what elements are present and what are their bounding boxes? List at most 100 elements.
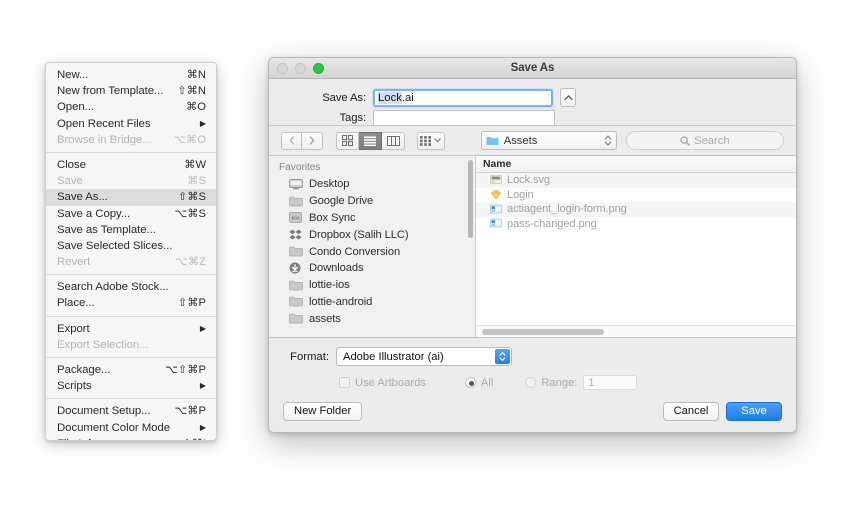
range-label: Range: — [541, 376, 578, 389]
menu-item-document-setup[interactable]: Document Setup... ⌥⌘P — [46, 403, 216, 419]
column-view-icon — [386, 135, 400, 146]
format-value: Adobe Illustrator (ai) — [343, 350, 444, 363]
menu-item-save-as[interactable]: Save As... ⇧⌘S — [46, 189, 216, 206]
menu-item-close[interactable]: Close ⌘W — [46, 157, 216, 173]
save-button[interactable]: Save — [726, 401, 782, 421]
downloads-icon — [289, 262, 301, 274]
file-name-label: actiagent_login-form.png — [507, 203, 627, 216]
sidebar-item-desktop[interactable]: Desktop — [269, 176, 475, 193]
use-artboards-checkbox[interactable] — [339, 377, 350, 388]
menu-item-export[interactable]: Export ▶ — [46, 321, 216, 337]
file-row[interactable]: pass-changed.png — [476, 217, 796, 232]
new-folder-button[interactable]: New Folder — [283, 401, 363, 421]
png-file-icon — [490, 218, 502, 229]
menu-item-label: Save As... — [57, 191, 108, 204]
menu-item-save-a-copy[interactable]: Save a Copy... ⌥⌘S — [46, 206, 216, 222]
dropbox-icon — [289, 229, 303, 241]
menu-item-label: Revert — [57, 256, 91, 269]
menu-item-scripts[interactable]: Scripts ▶ — [46, 378, 216, 394]
sidebar-item-lottie-ios[interactable]: lottie-ios — [269, 277, 475, 294]
menu-item-shortcut: ⌘W — [184, 158, 206, 171]
minimize-button[interactable] — [295, 62, 306, 74]
sidebar-item-lottie-android[interactable]: lottie-android — [269, 294, 475, 311]
menu-item-document-color-mode[interactable]: Document Color Mode ▶ — [46, 420, 216, 436]
dialog-fields: Save As: Lock .ai Tags: — [269, 79, 796, 126]
svg-file-icon — [490, 174, 502, 184]
back-button[interactable] — [281, 131, 302, 150]
file-row[interactable]: Lock.svg — [476, 173, 796, 188]
view-mode-list[interactable] — [359, 131, 382, 150]
file-row[interactable]: Login — [476, 188, 796, 203]
menu-item-shortcut: ⇧⌘S — [177, 191, 206, 204]
menu-item-package[interactable]: Package... ⌥⇧⌘P — [46, 362, 216, 378]
submenu-arrow-icon: ▶ — [199, 422, 206, 432]
desktop-icon — [289, 178, 303, 190]
sketch-file-icon — [491, 189, 501, 200]
close-button[interactable] — [277, 62, 288, 74]
menu-item-open[interactable]: Open... ⌘O — [46, 99, 216, 115]
folder-icon — [289, 246, 303, 257]
cancel-button[interactable]: Cancel — [663, 401, 719, 421]
view-mode-column[interactable] — [382, 131, 405, 150]
menu-item-shortcut: ⌥⌘Z — [175, 256, 206, 269]
menu-item-label: Open... — [57, 101, 95, 114]
menu-separator — [46, 315, 216, 317]
sidebar-item-downloads[interactable]: Downloads — [269, 260, 475, 277]
menu-item-open-recent-files[interactable]: Open Recent Files ▶ — [46, 116, 216, 132]
menu-item-label: File Info... — [57, 436, 161, 440]
downloads-icon — [289, 262, 303, 274]
dropbox-icon — [289, 229, 302, 240]
format-stepper-icon[interactable] — [495, 349, 510, 364]
sidebar-item-label: Google Drive — [309, 195, 374, 208]
zoom-button[interactable] — [313, 62, 324, 74]
menu-item-label: Search Adobe Stock... — [57, 281, 169, 294]
sidebar-item-google-drive[interactable]: Google Drive — [269, 193, 475, 210]
menu-item-export-selection: Export Selection... — [46, 337, 216, 353]
file-row[interactable]: actiagent_login-form.png — [476, 202, 796, 217]
dialog-title: Save As — [510, 62, 555, 74]
submenu-arrow-icon: ▶ — [199, 118, 206, 128]
arrange-button[interactable] — [417, 131, 445, 150]
menu-item-save-as-template[interactable]: Save as Template... — [46, 222, 216, 238]
sidebar-item-condo-conversion[interactable]: Condo Conversion — [269, 243, 475, 260]
forward-button[interactable] — [302, 131, 323, 150]
menu-item-shortcut: ⌘O — [186, 101, 206, 114]
menu-item-save-selected-slices[interactable]: Save Selected Slices... — [46, 238, 216, 254]
menu-separator — [46, 274, 216, 276]
dialog-titlebar[interactable]: Save As — [269, 58, 796, 79]
save-as-input[interactable]: Lock .ai — [373, 88, 553, 107]
view-mode-icon-grid[interactable] — [336, 131, 359, 150]
svg-text:box: box — [292, 216, 300, 222]
menu-item-place[interactable]: Place... ⇧⌘P — [46, 295, 216, 311]
column-header-name[interactable]: Name — [476, 156, 796, 173]
sidebar-item-assets[interactable]: assets — [269, 310, 475, 327]
format-select[interactable]: Adobe Illustrator (ai) — [336, 347, 512, 366]
menu-item-search-adobe-stock[interactable]: Search Adobe Stock... — [46, 279, 216, 295]
file-name-label: Lock.svg — [507, 174, 550, 187]
png-file-icon — [490, 204, 502, 214]
sidebar-item-dropbox-salih-llc[interactable]: Dropbox (Salih LLC) — [269, 226, 475, 243]
folder-icon — [289, 246, 303, 258]
file-menu[interactable]: New... ⌘N New from Template... ⇧⌘N Open... ⌘O… — [45, 62, 217, 441]
tags-input[interactable] — [373, 110, 555, 126]
all-radio[interactable] — [464, 377, 476, 388]
sidebar-item-box-sync[interactable]: box Box Sync — [269, 210, 475, 227]
range-radio[interactable] — [525, 377, 537, 388]
path-popup-button[interactable]: Assets — [480, 131, 617, 150]
menu-item-new-from-template[interactable]: New from Template... ⇧⌘N — [46, 83, 216, 99]
menu-item-label: New... — [57, 69, 89, 81]
horizontal-scrollbar-thumb[interactable] — [482, 329, 604, 335]
expand-browser-button[interactable] — [560, 88, 576, 107]
menu-item-new[interactable]: New... ⌘N — [46, 67, 216, 83]
sketch-file-icon — [490, 189, 502, 200]
horizontal-scrollbar-track[interactable] — [476, 325, 796, 337]
save-as-dialog: Save As Save As: Lock .ai Tags: Assets S… — [268, 57, 797, 433]
search-placeholder-label: Search — [694, 134, 730, 147]
dialog-body: Favorites Desktop Google Drive box Box Sync… — [269, 156, 796, 337]
menu-item-file-info[interactable]: File Info...⌥⇧⌘I — [46, 436, 216, 440]
range-input[interactable]: 1 — [583, 375, 638, 390]
search-input[interactable]: Search — [625, 131, 784, 150]
submenu-arrow-icon: ▶ — [199, 323, 206, 333]
menu-item-browse-in-bridge: Browse in Bridge... ⌥⌘O — [46, 132, 216, 148]
sidebar-scrollbar[interactable] — [468, 160, 473, 238]
